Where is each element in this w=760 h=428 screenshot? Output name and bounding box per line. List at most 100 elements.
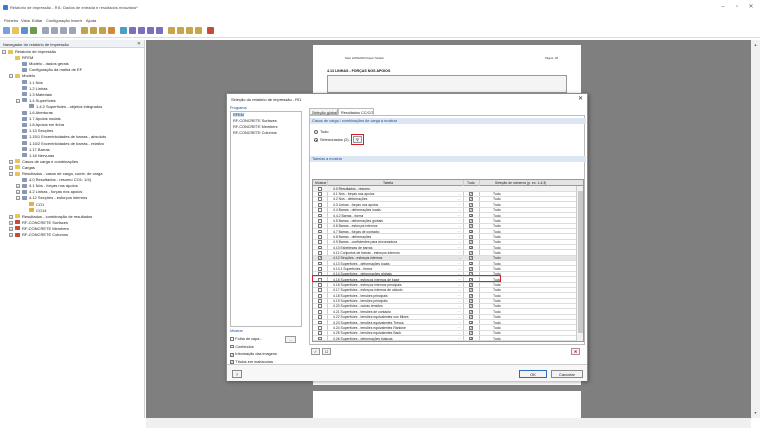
show-checkbox[interactable] bbox=[318, 283, 322, 287]
document-scrollbar-horizontal[interactable] bbox=[146, 418, 751, 428]
navigator-item[interactable]: 1.18 Nervuras bbox=[22, 153, 54, 159]
row-options-icon[interactable]: … bbox=[458, 240, 461, 244]
show-checkbox[interactable] bbox=[318, 202, 322, 207]
all-checkbox[interactable]: ✓ bbox=[469, 320, 473, 325]
show-checkbox[interactable] bbox=[318, 261, 322, 266]
show-checkbox[interactable] bbox=[318, 229, 322, 234]
navigator-item[interactable]: − Resultados - casos de carga, comb. de c… bbox=[9, 171, 103, 177]
zoom-out-icon[interactable] bbox=[99, 27, 106, 34]
selection-value[interactable]: Tudo bbox=[493, 321, 501, 325]
program-rfem[interactable]: RFEM bbox=[233, 113, 244, 117]
option-checkbox[interactable] bbox=[230, 344, 234, 349]
show-checkbox[interactable] bbox=[318, 315, 322, 319]
row-options-icon[interactable]: … bbox=[458, 315, 461, 319]
selection-value[interactable]: Tudo bbox=[493, 310, 501, 314]
navigator-item[interactable]: Modelo - dados gerais bbox=[22, 61, 69, 67]
all-checkbox[interactable]: ✓ bbox=[469, 224, 473, 229]
show-checkbox[interactable] bbox=[318, 218, 322, 223]
row-options-icon[interactable]: … bbox=[458, 267, 461, 271]
collapse-icon[interactable]: − bbox=[2, 50, 6, 54]
all-checkbox[interactable]: ✓ bbox=[469, 299, 473, 303]
row-options-icon[interactable]: … bbox=[458, 197, 461, 201]
navigator-item[interactable]: 1.4.2 Superfícies - objetos integrados bbox=[29, 104, 102, 110]
show-checkbox[interactable] bbox=[318, 331, 322, 336]
navigator-item[interactable]: + RF-CONCRETE Surfaces bbox=[9, 220, 68, 226]
graphics-icon[interactable] bbox=[129, 27, 136, 34]
selection-value[interactable]: Tudo bbox=[493, 240, 501, 244]
all-checkbox[interactable]: ✓ bbox=[469, 197, 473, 202]
selection-value[interactable]: Tudo bbox=[493, 219, 501, 223]
all-checkbox[interactable]: ✓ bbox=[469, 240, 473, 245]
all-checkbox[interactable]: ✓ bbox=[469, 283, 473, 287]
scroll-down-icon[interactable]: ▾ bbox=[752, 410, 759, 416]
row-options-icon[interactable]: … bbox=[458, 234, 461, 238]
selection-value[interactable]: Tudo bbox=[493, 256, 501, 260]
selection-value[interactable]: Tudo bbox=[493, 235, 501, 239]
uncheck-all-icon[interactable]: ☐ bbox=[322, 348, 331, 355]
selection-icon[interactable] bbox=[120, 27, 127, 34]
row-options-icon[interactable]: … bbox=[458, 293, 461, 297]
cancel-button[interactable]: Cancelar bbox=[551, 370, 583, 378]
expand-icon[interactable]: + bbox=[9, 220, 13, 225]
show-checkbox[interactable] bbox=[318, 234, 322, 239]
import-icon[interactable] bbox=[177, 27, 184, 34]
expand-icon[interactable]: + bbox=[9, 226, 13, 231]
row-options-icon[interactable]: … bbox=[458, 229, 461, 233]
radio-all[interactable] bbox=[314, 130, 318, 134]
row-options-icon[interactable]: … bbox=[458, 299, 461, 303]
expand-icon[interactable]: + bbox=[9, 165, 13, 170]
all-checkbox[interactable]: ✓ bbox=[469, 293, 473, 298]
all-checkbox[interactable]: ✓ bbox=[469, 218, 473, 223]
option-checkbox[interactable] bbox=[230, 337, 234, 341]
save-icon[interactable] bbox=[21, 27, 28, 34]
navigator-item[interactable]: − Relatório de impressão bbox=[2, 49, 56, 55]
selection-value[interactable]: Tudo bbox=[493, 294, 501, 298]
all-checkbox[interactable]: ✓ bbox=[469, 234, 473, 239]
menu-file[interactable]: Ficheiro bbox=[4, 18, 18, 23]
delete-icon[interactable]: ✖ bbox=[571, 348, 580, 355]
show-checkbox[interactable] bbox=[318, 250, 322, 255]
tab-results-lc-co[interactable]: Resultados CC/CO bbox=[338, 108, 374, 115]
show-checkbox[interactable] bbox=[318, 245, 322, 250]
row-options-icon[interactable]: … bbox=[458, 331, 461, 335]
navigator-item[interactable]: 1.8 Apoios em linha bbox=[22, 122, 64, 128]
selection-value[interactable]: Tudo bbox=[493, 230, 501, 234]
selection-value[interactable]: Tudo bbox=[493, 283, 501, 287]
selection-value[interactable]: Tudo bbox=[493, 315, 501, 319]
scroll-up-icon[interactable]: ▴ bbox=[752, 42, 759, 48]
navigator-item[interactable]: + Resultados - combinação de resultados bbox=[9, 214, 92, 220]
navigator-item[interactable]: − Modelo bbox=[9, 73, 35, 79]
row-options-icon[interactable]: … bbox=[458, 320, 461, 324]
help-button[interactable]: ? bbox=[232, 370, 242, 378]
tab-global-selection[interactable]: Seleção global bbox=[309, 108, 338, 115]
cover-sheet-edit-button[interactable]: … bbox=[285, 336, 296, 343]
menu-edit[interactable]: Editar bbox=[32, 18, 42, 23]
navigator-item[interactable]: 1.15/1 Excentricidades de barras - absol… bbox=[22, 134, 106, 140]
row-options-icon[interactable]: … bbox=[458, 288, 461, 292]
word-icon[interactable] bbox=[195, 27, 202, 34]
row-options-icon[interactable]: … bbox=[458, 261, 461, 265]
program-rf-concrete-members[interactable]: RF-CONCRETE Members bbox=[233, 125, 278, 129]
expand-icon[interactable]: + bbox=[16, 190, 20, 195]
navigator-item[interactable]: + Cargas bbox=[9, 165, 35, 171]
dialog-close-icon[interactable]: ✕ bbox=[578, 95, 583, 102]
check-all-icon[interactable]: ✓ bbox=[311, 348, 320, 355]
show-checkbox[interactable] bbox=[318, 240, 322, 245]
table-row[interactable]: 4.26 Superfícies - deformações básicas … ✓… bbox=[313, 336, 577, 341]
all-checkbox[interactable]: ✓ bbox=[469, 256, 473, 261]
expand-icon[interactable]: + bbox=[9, 214, 13, 219]
show-checkbox[interactable] bbox=[318, 288, 322, 293]
selection-value[interactable]: Tudo bbox=[493, 326, 501, 330]
ok-button[interactable]: OK bbox=[519, 370, 547, 378]
navigator-item[interactable]: + RF-CONCRETE Members bbox=[9, 226, 69, 232]
navigator-item[interactable]: − 4.12 Secções - esforços internos bbox=[16, 195, 87, 201]
all-checkbox[interactable]: ✓ bbox=[469, 309, 473, 314]
page-icon[interactable] bbox=[156, 27, 163, 34]
expand-icon[interactable]: + bbox=[9, 233, 13, 237]
show-checkbox[interactable] bbox=[318, 325, 322, 330]
row-options-icon[interactable]: … bbox=[458, 250, 461, 254]
navigator-item[interactable]: CO14 bbox=[29, 208, 46, 214]
show-checkbox[interactable] bbox=[318, 192, 322, 196]
last-page-icon[interactable] bbox=[69, 27, 76, 34]
all-checkbox[interactable]: ✓ bbox=[469, 304, 473, 309]
